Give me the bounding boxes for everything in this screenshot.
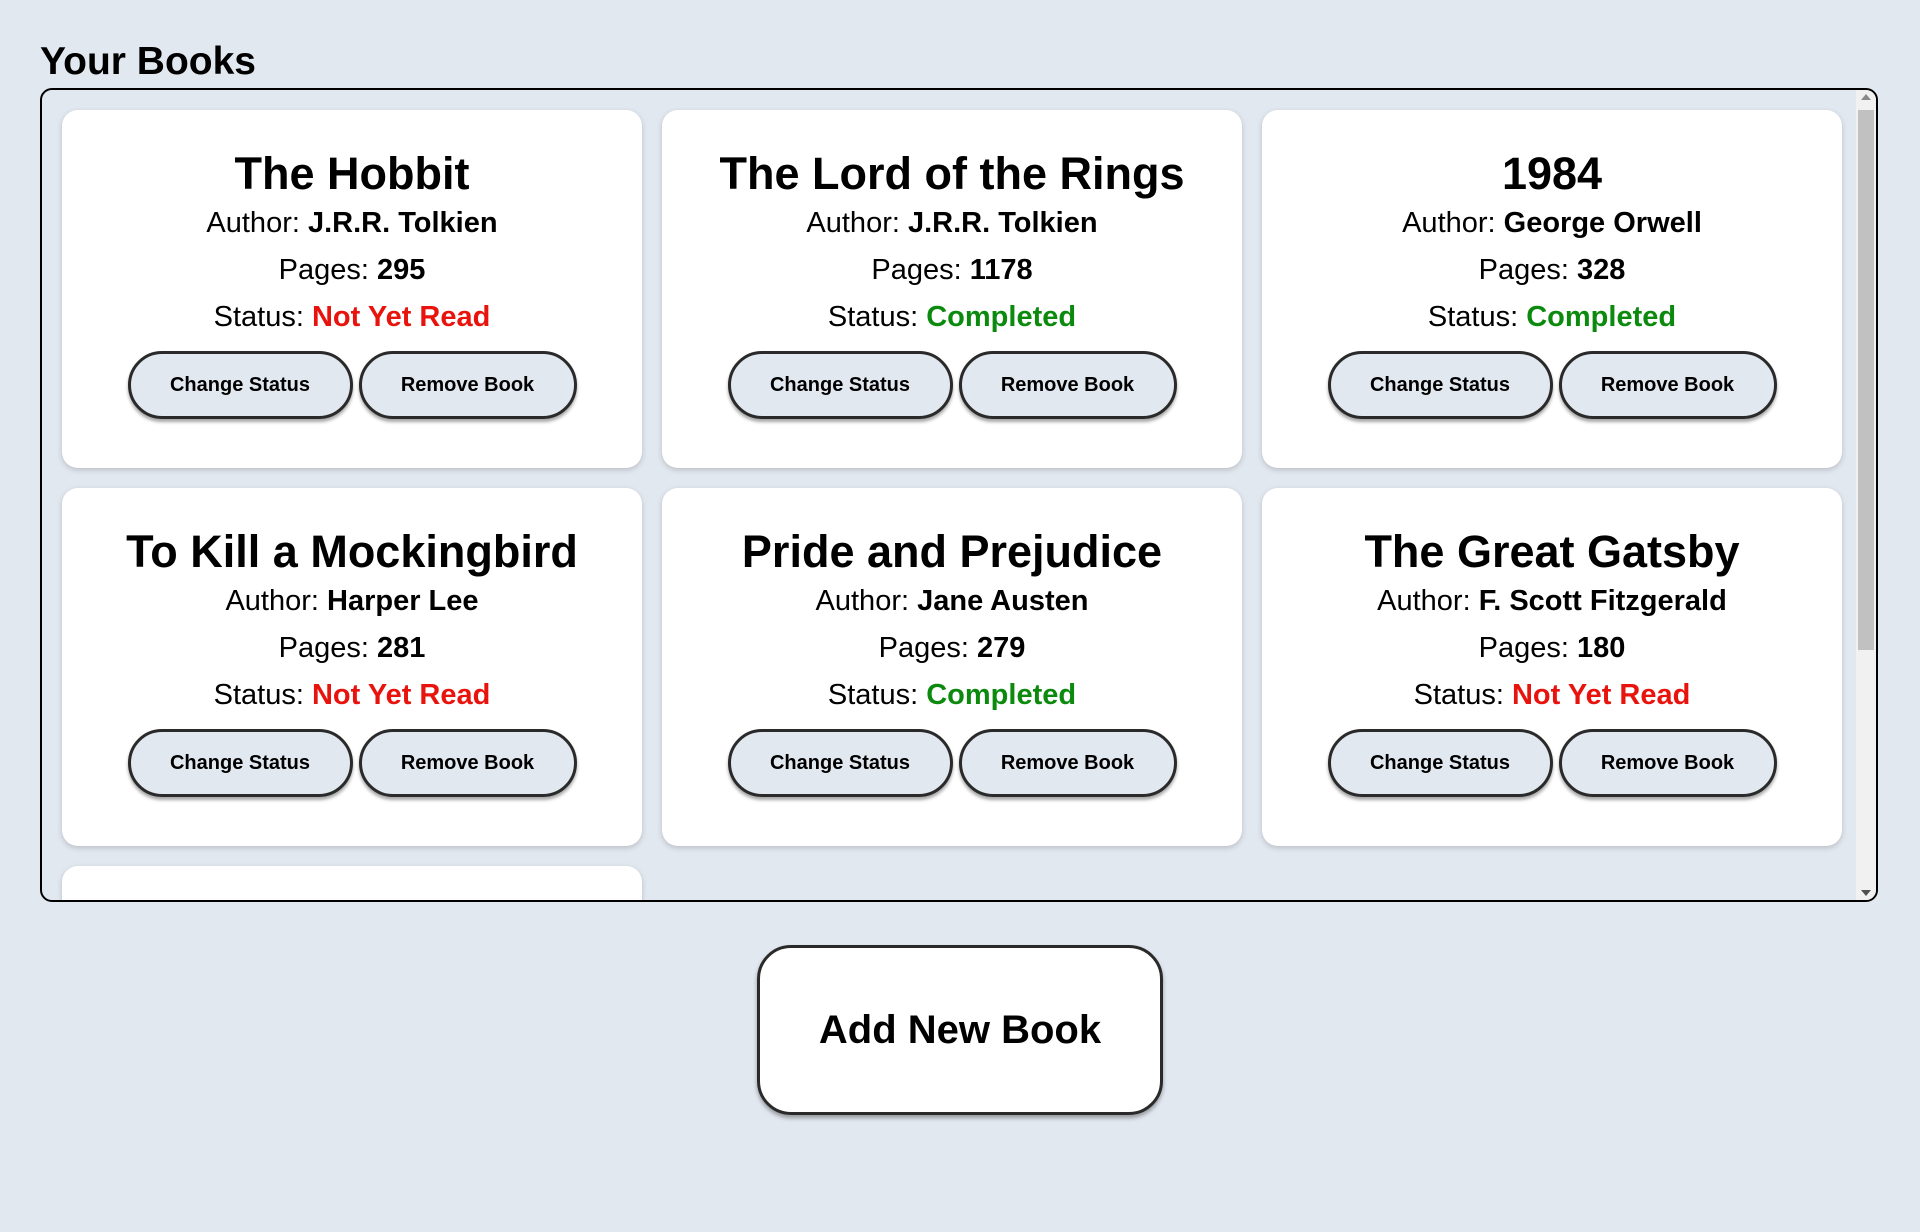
pages-label: Pages: — [1478, 632, 1577, 664]
book-card: The Hobbit Author: J.R.R. Tolkien Pages:… — [62, 110, 642, 468]
card-actions: Change Status Remove Book — [62, 351, 642, 419]
status-label: Status: — [1427, 301, 1527, 333]
status-label: Status: — [827, 301, 927, 333]
book-grid: The Hobbit Author: J.R.R. Tolkien Pages:… — [62, 110, 1842, 900]
change-status-button[interactable]: Change Status — [127, 729, 353, 797]
book-status: Status: Completed — [662, 294, 1242, 341]
pages-value: 279 — [976, 632, 1026, 664]
book-title: To Kill a Mockingbird — [126, 526, 578, 577]
author-value: Harper Lee — [327, 585, 479, 617]
book-author: Author: Harper Lee — [62, 578, 642, 625]
change-status-button[interactable]: Change Status — [727, 729, 953, 797]
change-status-button[interactable]: Change Status — [727, 351, 953, 419]
book-pages: Pages: 281 — [62, 625, 642, 672]
remove-book-button[interactable]: Remove Book — [1558, 351, 1777, 419]
pages-value: 180 — [1576, 632, 1626, 664]
status-label: Status: — [213, 301, 312, 333]
book-pages: Pages: 1178 — [662, 247, 1242, 294]
book-author: Author: J.R.R. Tolkien — [662, 200, 1242, 247]
pages-value: 295 — [376, 254, 426, 286]
book-author: Author: J.R.R. Tolkien — [62, 200, 642, 247]
book-status: Status: Not Yet Read — [62, 672, 642, 719]
book-card: Pride and Prejudice Author: Jane Austen … — [662, 488, 1242, 846]
pages-value: 328 — [1576, 254, 1626, 286]
book-card: The Great Gatsby Author: F. Scott Fitzge… — [1262, 488, 1842, 846]
scrollbar-thumb[interactable] — [1858, 110, 1874, 650]
book-card: 1984 Author: George Orwell Pages: 328 St… — [1262, 110, 1842, 468]
author-label: Author: — [815, 585, 918, 617]
author-value: J.R.R. Tolkien — [307, 207, 498, 239]
change-status-button[interactable]: Change Status — [1327, 729, 1553, 797]
card-actions: Change Status Remove Book — [1262, 729, 1842, 797]
author-value: F. Scott Fitzgerald — [1478, 585, 1727, 617]
book-pages: Pages: 180 — [1262, 625, 1842, 672]
pages-label: Pages: — [1478, 254, 1577, 286]
page-title: Your Books — [40, 40, 256, 83]
book-title: The Great Gatsby — [1364, 526, 1740, 577]
change-status-button[interactable]: Change Status — [1327, 351, 1553, 419]
book-pages: Pages: 295 — [62, 247, 642, 294]
book-card: To Kill a Mockingbird Author: Harper Lee… — [62, 488, 642, 846]
add-new-book-button[interactable]: Add New Book — [757, 945, 1163, 1115]
book-title: The Lord of the Rings — [719, 148, 1185, 199]
card-actions: Change Status Remove Book — [662, 729, 1242, 797]
pages-label: Pages: — [278, 254, 377, 286]
pages-label: Pages: — [871, 254, 970, 286]
status-value: Completed — [926, 301, 1077, 333]
remove-book-button[interactable]: Remove Book — [958, 729, 1177, 797]
pages-value: 281 — [376, 632, 426, 664]
change-status-button[interactable]: Change Status — [127, 351, 353, 419]
pages-label: Pages: — [878, 632, 977, 664]
remove-book-button[interactable]: Remove Book — [358, 729, 577, 797]
card-actions: Change Status Remove Book — [1262, 351, 1842, 419]
book-status: Status: Completed — [1262, 294, 1842, 341]
status-value: Not Yet Read — [311, 301, 491, 333]
author-value: J.R.R. Tolkien — [907, 207, 1098, 239]
scroll-up-arrow-icon[interactable] — [1861, 94, 1871, 100]
book-pages: Pages: 279 — [662, 625, 1242, 672]
remove-book-button[interactable]: Remove Book — [358, 351, 577, 419]
status-label: Status: — [213, 679, 312, 711]
book-title: 1984 — [1501, 148, 1603, 199]
author-value: Jane Austen — [917, 585, 1089, 617]
author-label: Author: — [206, 207, 308, 239]
status-label: Status: — [827, 679, 927, 711]
book-status: Status: Not Yet Read — [1262, 672, 1842, 719]
status-value: Not Yet Read — [311, 679, 491, 711]
book-status: Status: Not Yet Read — [62, 294, 642, 341]
status-value: Not Yet Read — [1511, 679, 1691, 711]
book-author: Author: F. Scott Fitzgerald — [1262, 578, 1842, 625]
book-card: The Lord of the Rings Author: J.R.R. Tol… — [662, 110, 1242, 468]
scroll-down-arrow-icon[interactable] — [1861, 890, 1871, 896]
book-author: Author: George Orwell — [1262, 200, 1842, 247]
status-value: Completed — [926, 679, 1077, 711]
book-card-partial — [62, 866, 642, 900]
book-author: Author: Jane Austen — [662, 578, 1242, 625]
card-actions: Change Status Remove Book — [62, 729, 642, 797]
book-list-container[interactable]: The Hobbit Author: J.R.R. Tolkien Pages:… — [40, 88, 1878, 902]
author-label: Author: — [1377, 585, 1479, 617]
scrollbar[interactable] — [1856, 90, 1876, 900]
book-title: Pride and Prejudice — [741, 526, 1163, 577]
pages-value: 1178 — [969, 254, 1033, 286]
pages-label: Pages: — [278, 632, 377, 664]
remove-book-button[interactable]: Remove Book — [1558, 729, 1777, 797]
remove-book-button[interactable]: Remove Book — [958, 351, 1177, 419]
status-label: Status: — [1413, 679, 1512, 711]
status-value: Completed — [1526, 301, 1677, 333]
author-label: Author: — [1402, 207, 1504, 239]
author-label: Author: — [225, 585, 328, 617]
book-title: The Hobbit — [234, 148, 470, 199]
book-pages: Pages: 328 — [1262, 247, 1842, 294]
author-value: George Orwell — [1503, 207, 1702, 239]
book-status: Status: Completed — [662, 672, 1242, 719]
card-actions: Change Status Remove Book — [662, 351, 1242, 419]
author-label: Author: — [806, 207, 908, 239]
